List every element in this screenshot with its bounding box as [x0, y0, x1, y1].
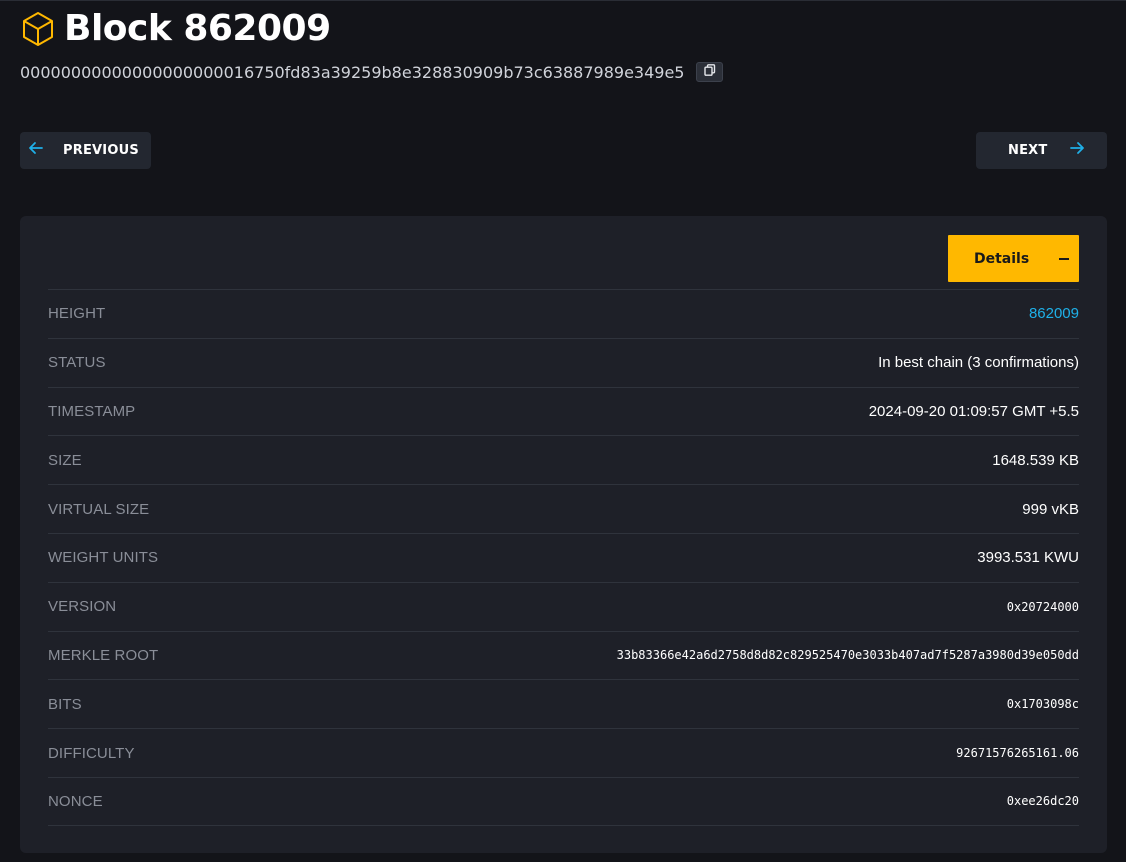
- detail-row-bits: BITS 0x1703098c: [48, 679, 1079, 728]
- block-details-card: Details HEIGHT 862009 STATUS In best cha…: [20, 216, 1107, 853]
- height-link[interactable]: 862009: [1029, 305, 1079, 322]
- detail-row-merkle-root: MERKLE ROOT 33b83366e42a6d2758d8d82c8295…: [48, 630, 1079, 680]
- detail-row-weight-units: WEIGHT UNITS 3993.531 KWU: [48, 532, 1079, 582]
- detail-row-difficulty: DIFFICULTY 92671576265161.06: [48, 728, 1079, 777]
- page-title: Block 862009: [64, 8, 331, 49]
- next-label: NEXT: [1008, 143, 1048, 158]
- detail-value: 3993.531 KWU: [977, 549, 1079, 567]
- detail-key: WEIGHT UNITS: [48, 549, 159, 567]
- detail-row-status: STATUS In best chain (3 confirmations): [48, 337, 1079, 387]
- arrow-right-icon: [1069, 140, 1085, 161]
- details-table: HEIGHT 862009 STATUS In best chain (3 co…: [48, 289, 1079, 826]
- block-header: Block 862009: [22, 9, 331, 49]
- detail-value: 0x1703098c: [1006, 697, 1079, 712]
- cube-icon: [22, 11, 54, 47]
- detail-row-size: SIZE 1648.539 KB: [48, 435, 1079, 484]
- detail-value: 1648.539 KB: [992, 451, 1079, 469]
- detail-value: 92671576265161.06: [956, 746, 1079, 761]
- detail-row-timestamp: TIMESTAMP 2024-09-20 01:09:57 GMT +5.5: [48, 386, 1079, 436]
- detail-row-nonce: NONCE 0xee26dc20: [48, 776, 1079, 826]
- detail-key: BITS: [48, 695, 82, 713]
- detail-key: TIMESTAMP: [48, 402, 136, 420]
- detail-value: In best chain (3 confirmations): [878, 354, 1079, 372]
- detail-key: MERKLE ROOT: [48, 646, 159, 664]
- copy-icon: [704, 63, 716, 81]
- detail-key: SIZE: [48, 451, 82, 469]
- detail-key: DIFFICULTY: [48, 744, 135, 762]
- detail-key: VERSION: [48, 598, 117, 616]
- detail-value: 0xee26dc20: [1006, 794, 1079, 809]
- top-divider: [0, 0, 1126, 1]
- detail-key: VIRTUAL SIZE: [48, 500, 150, 518]
- detail-key: HEIGHT: [48, 305, 106, 323]
- detail-row-height: HEIGHT 862009: [48, 289, 1079, 338]
- detail-value: 2024-09-20 01:09:57 GMT +5.5: [868, 402, 1079, 420]
- previous-block-button[interactable]: PREVIOUS: [20, 132, 151, 169]
- previous-label: PREVIOUS: [63, 143, 139, 158]
- copy-hash-button[interactable]: [696, 62, 724, 82]
- details-toggle-label: Details: [974, 250, 1030, 267]
- detail-key: STATUS: [48, 354, 106, 372]
- detail-value: 33b83366e42a6d2758d8d82c829525470e3033b4…: [616, 648, 1079, 663]
- detail-row-version: VERSION 0x20724000: [48, 581, 1079, 631]
- arrow-left-icon: [28, 140, 44, 161]
- detail-row-virtual-size: VIRTUAL SIZE 999 vKB: [48, 484, 1079, 533]
- block-hash-row: 00000000000000000000016750fd83a39259b8e3…: [20, 62, 724, 82]
- minus-icon: [1059, 257, 1070, 260]
- detail-value: 0x20724000: [1006, 599, 1079, 614]
- block-hash: 00000000000000000000016750fd83a39259b8e3…: [20, 62, 685, 82]
- detail-value: 999 vKB: [1022, 500, 1079, 518]
- details-toggle-button[interactable]: Details: [948, 235, 1079, 282]
- detail-key: NONCE: [48, 792, 103, 810]
- next-block-button[interactable]: NEXT: [976, 132, 1107, 169]
